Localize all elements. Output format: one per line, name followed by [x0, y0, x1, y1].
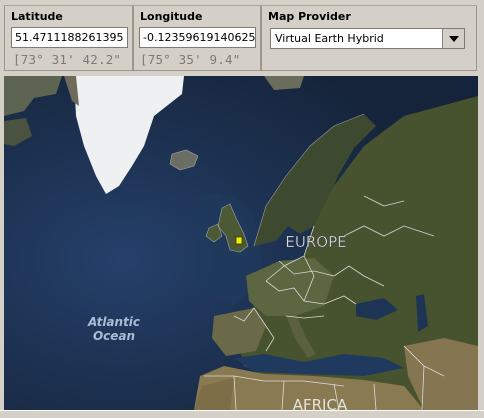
map-provider-value: Virtual Earth Hybrid: [275, 32, 384, 45]
longitude-input[interactable]: -0.12359619140625: [139, 27, 256, 48]
longitude-label: Longitude: [140, 10, 203, 23]
atlantic-label: Atlantic: [87, 315, 140, 329]
africa-label: AFRICA: [293, 396, 348, 410]
chevron-down-icon: [448, 35, 459, 42]
latitude-label: Latitude: [11, 10, 63, 23]
longitude-dms: [75° 35' 9.4": [140, 52, 241, 67]
dropdown-button[interactable]: [442, 29, 464, 48]
longitude-group: Longitude -0.12359619140625 [75° 35' 9.4…: [133, 5, 261, 71]
map-right-border: [478, 76, 484, 410]
location-marker[interactable]: [235, 236, 243, 245]
latitude-input[interactable]: 51.4711188261395: [11, 27, 128, 48]
europe-label: EUROPE: [285, 233, 346, 251]
latitude-dms: [73° 31' 42.2": [13, 52, 122, 67]
coordinate-toolbar: Latitude 51.4711188261395 [73° 31' 42.2"…: [0, 0, 484, 76]
map-provider-label: Map Provider: [268, 10, 351, 23]
map-provider-select[interactable]: Virtual Earth Hybrid: [270, 28, 465, 49]
map-provider-group: Map Provider Virtual Earth Hybrid: [261, 5, 477, 71]
map-view[interactable]: EUROPE Atlantic Ocean AFRICA: [4, 76, 478, 410]
ocean-label: Ocean: [93, 329, 135, 343]
satellite-map[interactable]: EUROPE Atlantic Ocean AFRICA: [4, 76, 478, 410]
latitude-group: Latitude 51.4711188261395 [73° 31' 42.2": [4, 5, 133, 71]
